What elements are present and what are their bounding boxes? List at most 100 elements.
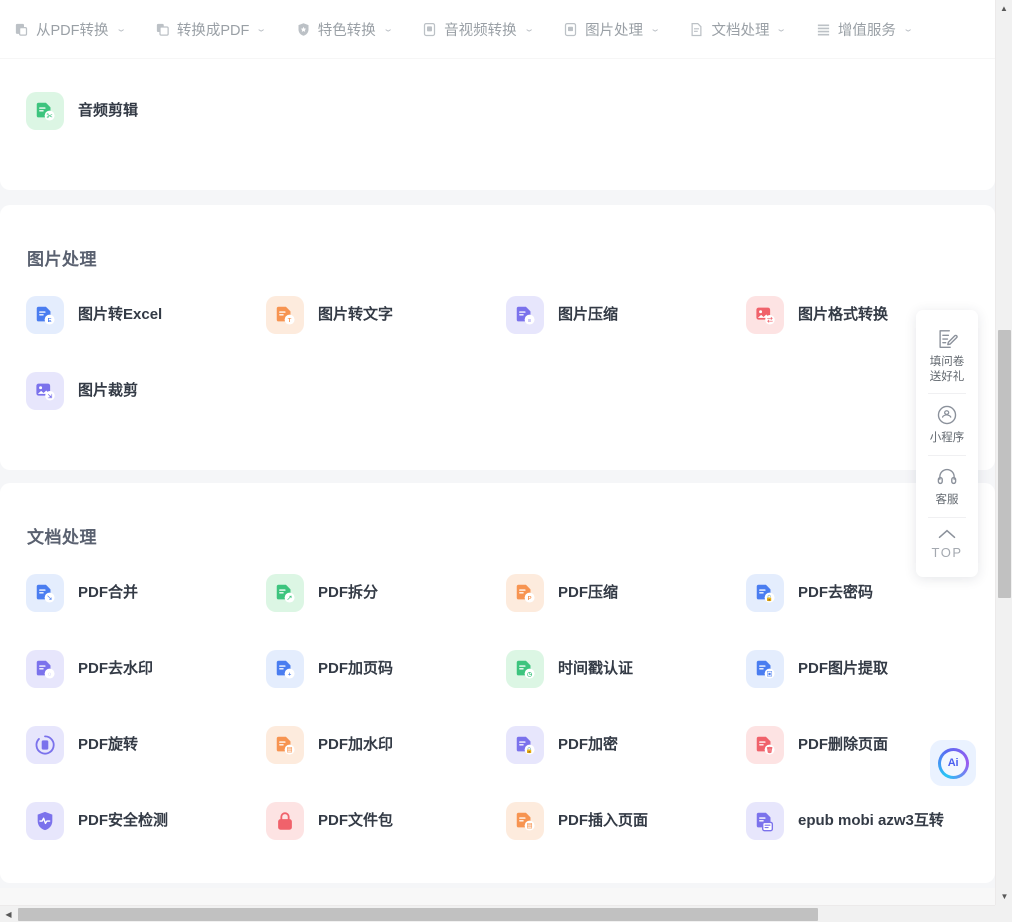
tool-card[interactable]: 🔒 PDF加密	[506, 718, 746, 772]
nav-item-label: 文档处理	[711, 22, 770, 39]
pdf-split-icon: ↗	[266, 574, 304, 612]
tool-card-label: PDF图片提取	[798, 659, 889, 677]
image-icon	[563, 22, 578, 37]
pdf-compress-icon: P	[506, 574, 544, 612]
svg-text:T: T	[288, 318, 292, 324]
list-lines-icon	[816, 22, 831, 37]
miniprogram-icon	[936, 404, 958, 426]
svg-text:🗑: 🗑	[766, 746, 773, 754]
tool-card-label: PDF加密	[558, 735, 619, 753]
tool-card[interactable]: ↘ PDF合并	[26, 566, 266, 620]
tool-card[interactable]: ▣ PDF图片提取	[746, 642, 986, 696]
scroll-up-button[interactable]: ▲	[996, 0, 1012, 17]
chevron-down-icon: ⌄	[775, 24, 788, 34]
tool-card-label: 图片压缩	[558, 305, 619, 323]
tool-card-label: PDF拆分	[318, 583, 379, 601]
tool-card[interactable]: ≡ 图片压缩	[506, 288, 746, 342]
timestamp-icon: ◷	[506, 650, 544, 688]
nav-item-3[interactable]: 特色转换 ⌄	[296, 19, 394, 40]
chevron-down-icon: ⌄	[255, 24, 268, 34]
floating-side-toolbar: 填问卷 送好礼小程序客服 TOP	[916, 310, 978, 577]
tool-card[interactable]: epub mobi azw3互转	[746, 794, 986, 848]
tool-card[interactable]: ▤ PDF插入页面	[506, 794, 746, 848]
media-icon	[422, 22, 437, 37]
nav-item-6[interactable]: 文档处理 ⌄	[689, 19, 788, 40]
scroll-left-button[interactable]: ◀	[0, 906, 17, 922]
svg-text:P: P	[528, 596, 532, 602]
page-bottom-filler	[0, 888, 995, 905]
tool-card[interactable]: ⇲ 图片裁剪	[26, 364, 266, 418]
survey-icon	[936, 328, 958, 350]
section-title-doc: 文档处理	[27, 528, 97, 547]
tool-card-label: epub mobi azw3互转	[798, 811, 944, 829]
svg-text:E: E	[48, 318, 52, 324]
tool-card[interactable]: E 图片转Excel	[26, 288, 266, 342]
image-format-icon: ⇄	[746, 296, 784, 334]
float-item-3[interactable]: 客服	[916, 456, 978, 517]
float-item-4[interactable]: TOP	[916, 518, 978, 571]
tool-card-label: PDF压缩	[558, 583, 619, 601]
tool-card[interactable]: ↗ PDF拆分	[266, 566, 506, 620]
nav-item-label: 转换成PDF	[176, 22, 250, 39]
tool-card-label: PDF文件包	[318, 811, 394, 829]
chevron-up-icon	[937, 528, 957, 540]
float-item-label: 填问卷 送好礼	[929, 356, 965, 383]
pdf-extract-image-icon: ▣	[746, 650, 784, 688]
vertical-scroll-thumb[interactable]	[998, 330, 1011, 598]
tool-card-label: PDF加水印	[318, 735, 394, 753]
nav-item-label: 特色转换	[317, 22, 376, 39]
image-to-excel-icon: E	[26, 296, 64, 334]
pdf-insert-page-icon: ▤	[506, 802, 544, 840]
svg-text:⇲: ⇲	[48, 393, 53, 400]
tool-card[interactable]: PDF安全检测	[26, 794, 266, 848]
nav-item-4[interactable]: 音视频转换 ⌄	[422, 19, 535, 40]
svg-text:↘: ↘	[47, 595, 53, 602]
pdf-remove-mark-icon: ◌	[26, 650, 64, 688]
svg-text:▣: ▣	[767, 670, 773, 678]
scrollbar-corner	[995, 905, 1012, 922]
vertical-scrollbar[interactable]: ▲ ▼	[995, 0, 1012, 905]
svg-text:◌: ◌	[48, 672, 52, 678]
pdf-convert-to-icon	[155, 22, 170, 37]
nav-item-1[interactable]: 从PDF转换 ⌄	[14, 19, 126, 40]
float-item-label: 客服	[935, 494, 959, 507]
ebook-convert-icon	[746, 802, 784, 840]
tool-card[interactable]: PDF文件包	[266, 794, 506, 848]
tool-card-label: PDF插入页面	[558, 811, 649, 829]
page-scroll-area[interactable]: ♪ 视频转音频 ⇄ 视频格式转换 ⇄ 音频格式转换 ♪ 音频压缩 ✂ 音频剪辑 …	[0, 0, 995, 905]
nav-item-5[interactable]: 图片处理 ⌄	[563, 19, 661, 40]
tool-card[interactable]: P PDF压缩	[506, 566, 746, 620]
document-icon	[689, 22, 704, 37]
tool-card-label: 图片转文字	[318, 305, 394, 323]
float-item-1[interactable]: 填问卷 送好礼	[916, 318, 978, 393]
nav-item-7[interactable]: 增值服务 ⌄	[816, 19, 914, 40]
tool-card[interactable]: ▤ PDF加水印	[266, 718, 506, 772]
pdf-portfolio-icon	[266, 802, 304, 840]
nav-item-2[interactable]: 转换成PDF ⌄	[155, 19, 268, 40]
svg-text:↗: ↗	[287, 595, 293, 602]
tool-card-label: PDF合并	[78, 583, 139, 601]
chevron-down-icon: ⌄	[382, 24, 394, 34]
tool-card-label: 时间戳认证	[558, 659, 634, 677]
scroll-down-button[interactable]: ▼	[996, 888, 1012, 905]
tool-card[interactable]: + PDF加页码	[266, 642, 506, 696]
tool-card-label: PDF去水印	[78, 659, 154, 677]
tool-card-label: 图片裁剪	[78, 381, 139, 399]
pdf-convert-from-icon	[14, 22, 29, 37]
headset-icon	[936, 466, 958, 488]
tool-card[interactable]: ◷ 时间戳认证	[506, 642, 746, 696]
nav-item-label: 图片处理	[585, 22, 644, 39]
chevron-down-icon: ⌄	[902, 24, 914, 34]
horizontal-scrollbar[interactable]: ◀ ▶	[0, 905, 1012, 922]
tool-card[interactable]: ✂ 音频剪辑	[26, 84, 266, 138]
tool-card[interactable]: PDF旋转	[26, 718, 266, 772]
ai-assistant-button[interactable]: Ai	[930, 740, 976, 786]
nav-item-label: 增值服务	[837, 22, 896, 39]
horizontal-scroll-thumb[interactable]	[18, 908, 818, 921]
tool-card[interactable]: T 图片转文字	[266, 288, 506, 342]
image-compress-icon: ≡	[506, 296, 544, 334]
svg-text:🔒: 🔒	[526, 747, 533, 754]
chevron-down-icon: ⌄	[649, 24, 661, 34]
tool-card[interactable]: ◌ PDF去水印	[26, 642, 266, 696]
float-item-2[interactable]: 小程序	[916, 394, 978, 455]
